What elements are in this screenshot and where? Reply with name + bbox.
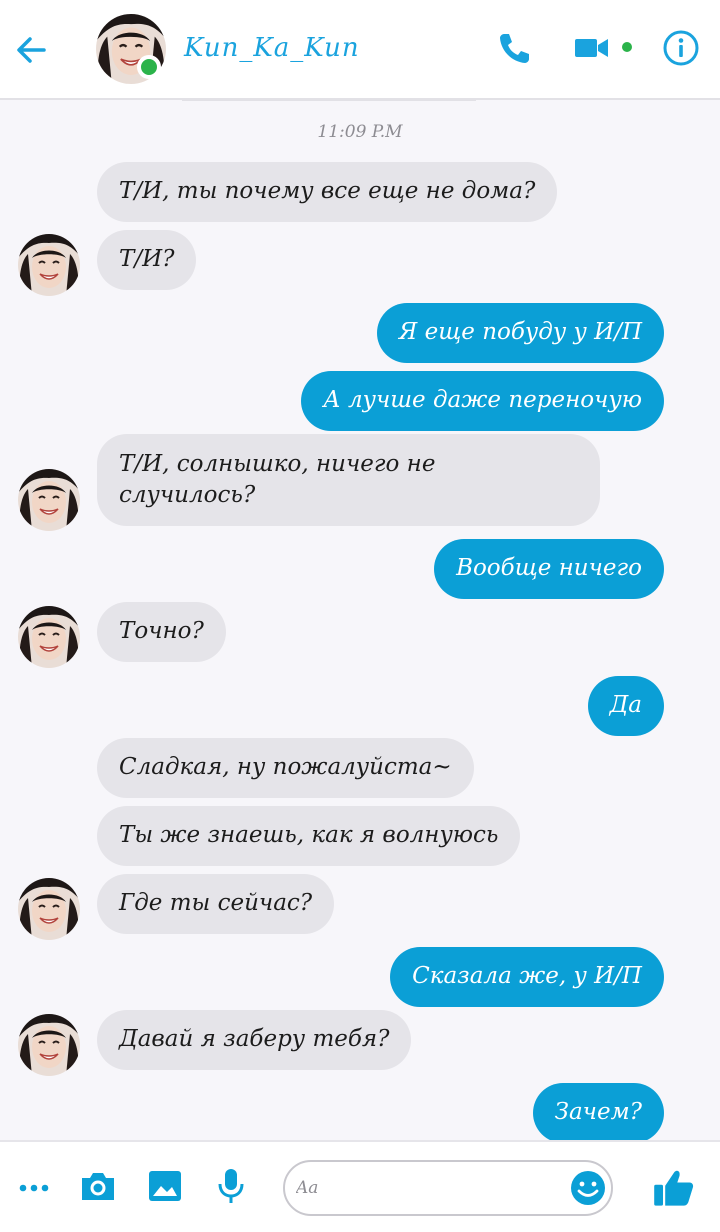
contact-name[interactable]: Kun_Ka_Kun (184, 33, 360, 63)
incoming-message[interactable]: Точно? (97, 602, 226, 662)
smiley-icon[interactable] (568, 1168, 608, 1208)
outgoing-message[interactable]: Да (587, 676, 664, 736)
contact-avatar-small (18, 234, 80, 296)
incoming-message[interactable]: Давай я заберу тебя? (97, 1010, 412, 1070)
incoming-message[interactable]: Ты же знаешь, как я волнуюсь (97, 806, 521, 866)
thumbs-up-icon[interactable] (652, 1166, 694, 1206)
contact-avatar-small (18, 878, 80, 940)
incoming-message[interactable]: Т/И? (97, 230, 197, 290)
video-camera-icon[interactable] (572, 28, 612, 68)
outgoing-message[interactable]: Я еще побуду у И/П (376, 303, 664, 363)
incoming-message[interactable]: Т/И, ты почему все еще не дома? (97, 162, 558, 222)
phone-icon[interactable] (494, 28, 534, 68)
outgoing-message[interactable]: Зачем? (532, 1083, 664, 1143)
microphone-icon[interactable] (211, 1166, 251, 1206)
contact-avatar-small (18, 606, 80, 668)
outgoing-message[interactable]: Вообще ничего (434, 539, 664, 599)
header-divider (182, 98, 476, 101)
message-timestamp: 11:09 P.M (317, 122, 403, 142)
outgoing-message[interactable]: Сказала же, у И/П (390, 947, 664, 1007)
incoming-message[interactable]: Где ты сейчас? (97, 874, 335, 934)
contact-avatar-small (18, 1014, 80, 1076)
message-input[interactable] (296, 1176, 496, 1200)
image-icon[interactable] (145, 1166, 185, 1206)
more-dots-icon[interactable] (14, 1166, 54, 1206)
back-arrow-icon[interactable] (12, 30, 52, 70)
info-icon[interactable] (661, 28, 701, 68)
video-active-dot (622, 42, 632, 52)
online-status-indicator (137, 55, 161, 79)
incoming-message[interactable]: Сладкая, ну пожалуйста~ (97, 738, 474, 798)
outgoing-message[interactable]: А лучше даже переночую (301, 371, 664, 431)
camera-icon[interactable] (78, 1166, 118, 1206)
contact-avatar-small (18, 469, 80, 531)
incoming-message[interactable]: Т/И, солнышко, ничего не случилось? (97, 434, 600, 526)
